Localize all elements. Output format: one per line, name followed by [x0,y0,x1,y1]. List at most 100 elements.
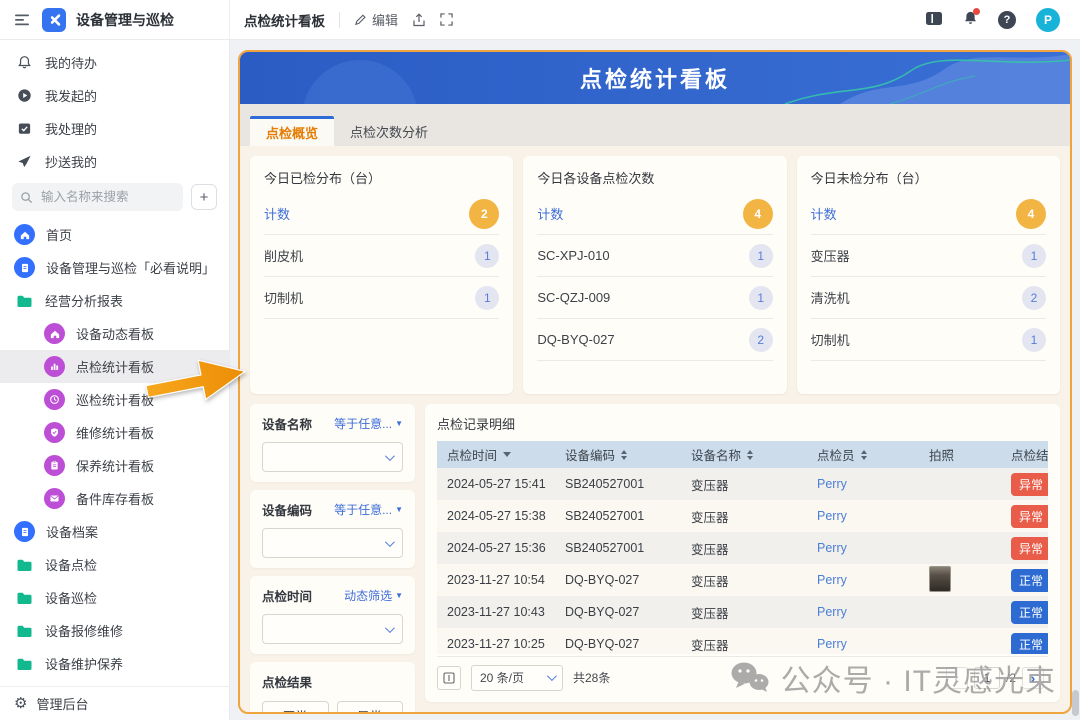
inspector-link[interactable]: Perry [807,637,919,651]
item-badge: 1 [1022,244,1046,268]
page-layout-icon-button[interactable] [437,666,461,690]
chevron-down-icon [385,623,395,633]
fullscreen-button[interactable] [440,13,453,26]
share-button[interactable] [412,13,426,27]
sidebar-item-home[interactable]: 首页 [0,218,229,251]
column-header-inspector[interactable]: 点检员 [807,445,919,464]
filter-inspection-result: 点检结果 正常 异常 [250,662,415,714]
table-row[interactable]: 2023-11-27 10:54 DQ-BYQ-027 变压器 Perry 正常 [437,564,1048,596]
result-abnormal-button[interactable]: 异常 [337,701,404,714]
search-input[interactable] [39,189,149,205]
table-row[interactable]: 2023-11-27 10:25 DQ-BYQ-027 变压器 Perry 正常 [437,628,1048,654]
search-icon [20,191,33,204]
manual-book-icon[interactable] [925,11,943,29]
tab-inspection-count-analysis[interactable]: 点检次数分析 [334,116,444,146]
prev-page-button[interactable]: ‹ [946,667,968,689]
item-badge: 1 [749,286,773,310]
folder-icon [14,294,34,308]
device-code-select[interactable] [262,528,403,558]
share-icon [412,13,426,27]
column-header-time[interactable]: 点检时间 [437,445,555,464]
notification-dot [973,8,980,15]
item-badge: 2 [749,328,773,352]
filter-operator-dropdown[interactable]: 等于任意...▼ [334,501,403,518]
inspection-records-panel: 点检记录明细 点检时间 设备编码 设备名称 [425,404,1060,702]
result-badge: 异常 [1011,473,1048,496]
table-row[interactable]: 2024-05-27 15:38 SB240527001 变压器 Perry 异… [437,500,1048,532]
main-area: 点检统计看板 点检概览 点检次数分析 今日已检分布（台） 计数 2 削皮机 1 [230,40,1080,720]
stat-cards-row: 今日已检分布（台） 计数 2 削皮机 1 切制机 1 今日各设备点 [250,156,1060,394]
inspector-link[interactable]: Perry [807,605,919,619]
inspection-time-select[interactable] [262,614,403,644]
count-badge: 2 [469,199,499,229]
app-logo-tools-icon [42,8,66,32]
filter-operator-dropdown[interactable]: 动态筛选▼ [344,587,403,604]
shield-check-icon [44,422,65,443]
table-scroll-area[interactable]: 点检时间 设备编码 设备名称 点检员 [437,441,1048,654]
sidebar-item-admin-backend[interactable]: ⚙ 管理后台 [0,686,229,720]
sidebar-item-device-inspection[interactable]: 设备点检 [0,548,229,581]
stat-item: SC-XPJ-010 1 [537,235,772,277]
user-avatar[interactable]: P [1036,8,1060,32]
count-row: 计数 4 [811,193,1046,235]
sidebar-item-device-dynamic-board[interactable]: 设备动态看板 [0,317,229,350]
notifications-bell-icon[interactable] [963,10,978,29]
sort-desc-icon[interactable] [503,452,511,457]
sidebar-item-cc-to-me[interactable]: 抄送我的 [0,145,229,178]
column-header-code[interactable]: 设备编码 [555,445,681,464]
document-icon [14,521,35,542]
sort-icon[interactable] [861,450,867,460]
sort-icon[interactable] [747,450,753,460]
page-size-select[interactable]: 20 条/页 [471,665,563,691]
add-button[interactable]: + [191,184,217,210]
sidebar-item-device-patrol[interactable]: 设备巡检 [0,581,229,614]
inspector-link[interactable]: Perry [807,541,919,555]
stat-card-inspection-counts: 今日各设备点检次数 计数 4 SC-XPJ-010 1 SC-QZJ-009 1 [523,156,786,394]
table-rows: 2024-05-27 15:41 SB240527001 变压器 Perry 异… [437,468,1048,654]
sidebar-item-my-handled[interactable]: 我处理的 [0,112,229,145]
sidebar-item-maintenance-stats-board[interactable]: 保养统计看板 [0,449,229,482]
photo-thumbnail[interactable] [929,566,951,592]
search-input-box[interactable] [12,183,183,211]
sidebar-item-analysis-reports[interactable]: 经营分析报表 [0,284,229,317]
help-icon[interactable]: ? [998,11,1016,29]
bottom-row: 设备名称 等于任意...▼ 设备编码 等于任意...▼ [250,404,1060,702]
table-row[interactable]: 2024-05-27 15:41 SB240527001 变压器 Perry 异… [437,468,1048,500]
vertical-scrollbar-thumb[interactable] [1072,690,1079,716]
caret-down-icon: ▼ [395,419,403,428]
sidebar-item-patrol-stats-board[interactable]: 巡检统计看板 [0,383,229,416]
sidebar-item-inspection-stats-board[interactable]: 点检统计看板 [0,350,229,383]
item-badge: 1 [1022,328,1046,352]
sidebar-item-device-repair[interactable]: 设备报修维修 [0,614,229,647]
next-page-button[interactable]: › [1022,667,1044,689]
sidebar-item-device-maintenance[interactable]: 设备维护保养 [0,647,229,680]
result-badge: 正常 [1011,569,1048,592]
tab-bar: 点检概览 点检次数分析 [240,104,1070,146]
inspector-link[interactable]: Perry [807,477,919,491]
tab-inspection-overview[interactable]: 点检概览 [250,116,334,146]
sidebar-item-repair-stats-board[interactable]: 维修统计看板 [0,416,229,449]
edit-button[interactable]: 编辑 [354,10,398,29]
sidebar-item-my-initiated[interactable]: 我发起的 [0,79,229,112]
item-badge: 1 [475,244,499,268]
inspector-link[interactable]: Perry [807,509,919,523]
table-row[interactable]: 2023-11-27 10:43 DQ-BYQ-027 变压器 Perry 正常 [437,596,1048,628]
sidebar-item-device-archives[interactable]: 设备档案 [0,515,229,548]
result-normal-button[interactable]: 正常 [262,701,329,714]
sidebar: 我的待办 我发起的 我处理的 抄送我的 + 首页 设备管理 [0,40,230,720]
sidebar-item-manual[interactable]: 设备管理与巡检「必看说明」 [0,251,229,284]
sidebar-item-spare-parts-board[interactable]: 备件库存看板 [0,482,229,515]
sidebar-item-my-todo[interactable]: 我的待办 [0,46,229,79]
current-page-input[interactable]: 1 [974,667,1000,689]
sidebar-header: 设备管理与巡检 [0,0,230,39]
device-name-select[interactable] [262,442,403,472]
sort-icon[interactable] [621,450,627,460]
table-row[interactable]: 2024-05-27 15:36 SB240527001 变压器 Perry 异… [437,532,1048,564]
count-row: 计数 2 [264,193,499,235]
filter-operator-dropdown[interactable]: 等于任意...▼ [334,415,403,432]
stat-item: 削皮机 1 [264,235,499,277]
page-navigation: ‹ 1 /2 › [946,667,1048,689]
column-header-name[interactable]: 设备名称 [681,445,807,464]
inspector-link[interactable]: Perry [807,573,919,587]
collapse-sidebar-icon[interactable] [12,13,32,27]
